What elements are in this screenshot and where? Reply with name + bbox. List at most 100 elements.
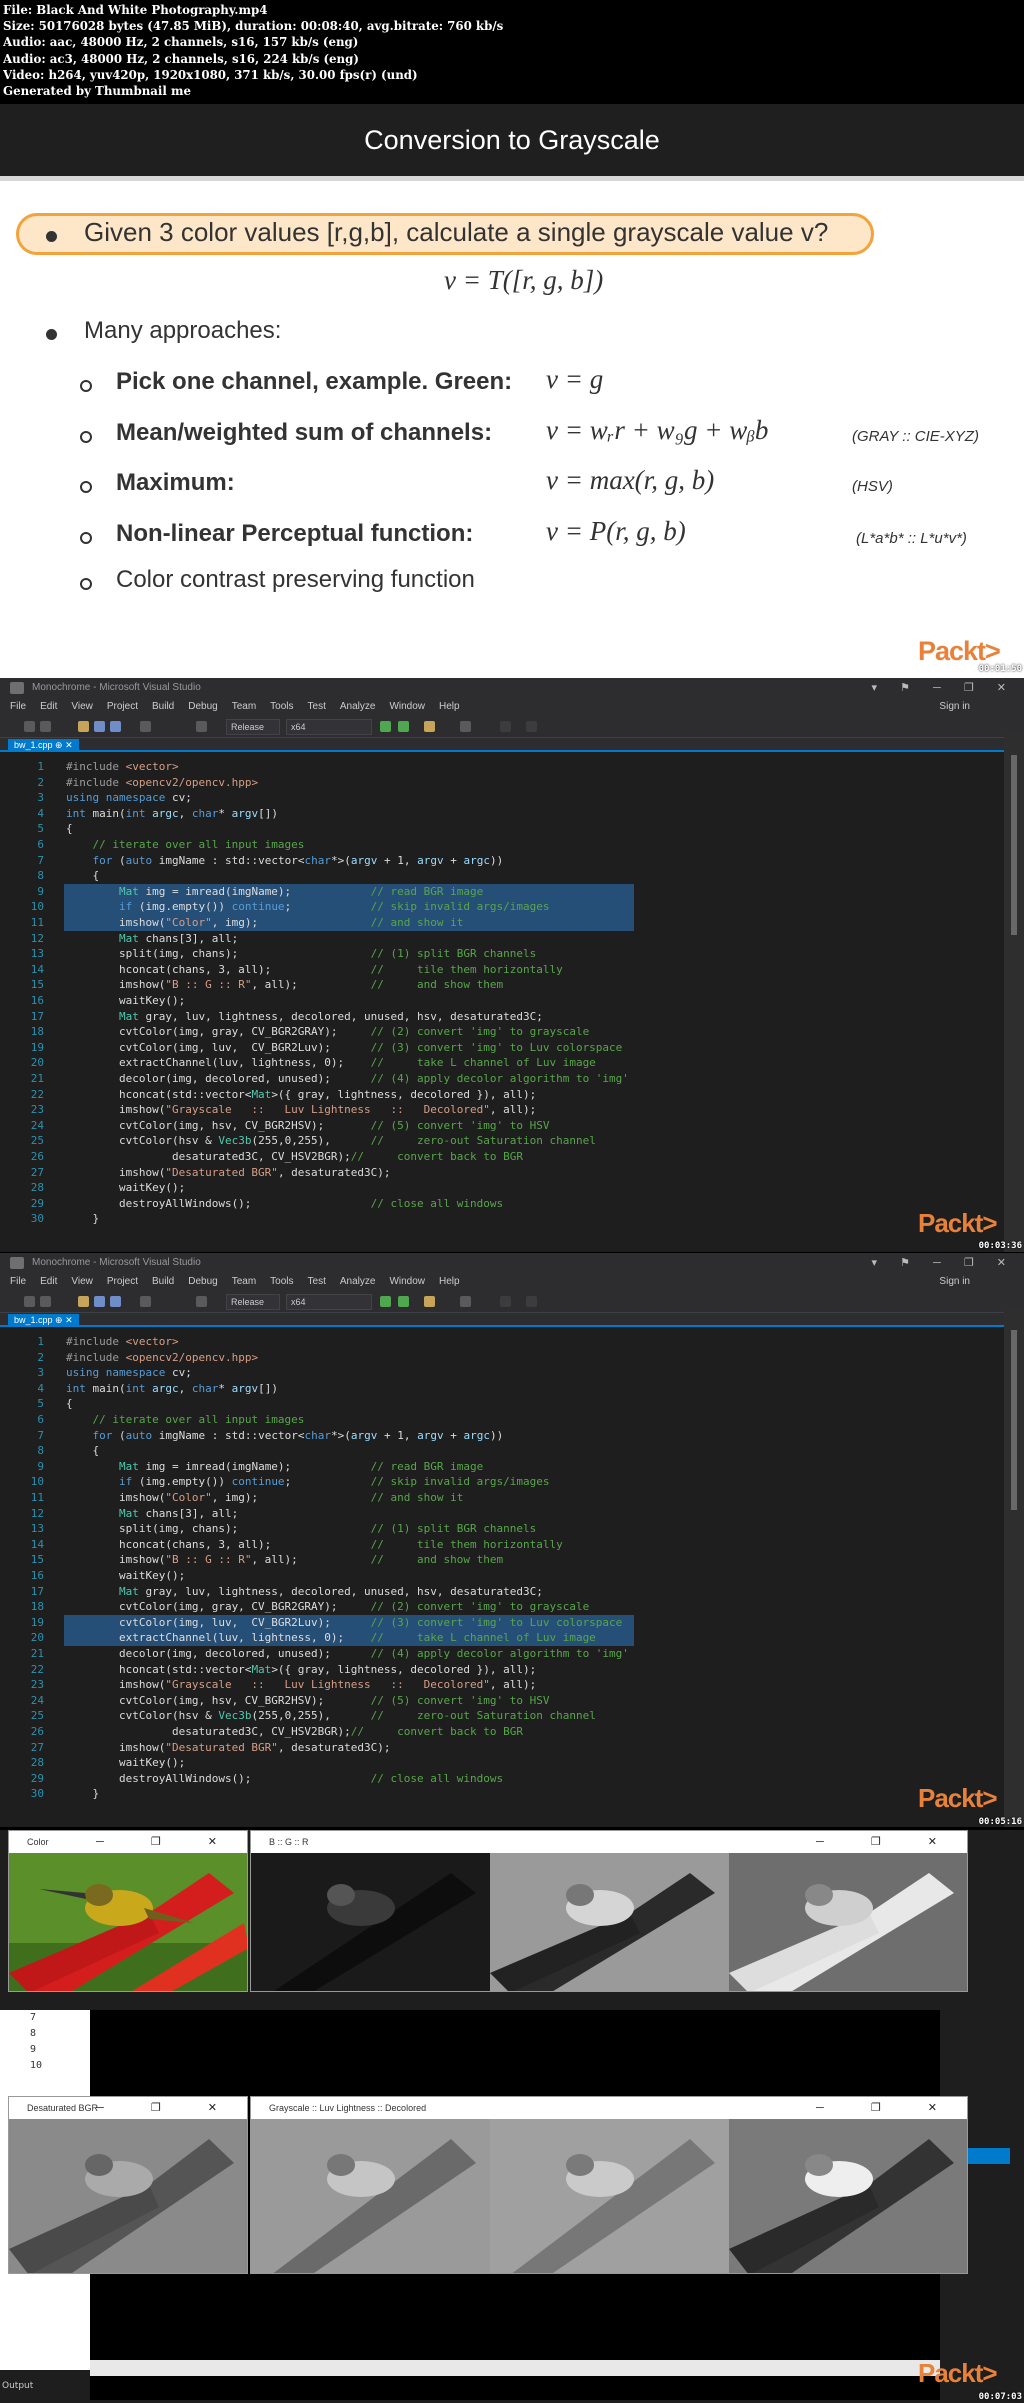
code-line[interactable]: desaturated3C, CV_HSV2BGR);// convert ba… (66, 1149, 523, 1165)
menu-debug[interactable]: Debug (188, 701, 217, 712)
tool-icon[interactable] (500, 1296, 511, 1307)
code-editor[interactable]: 1 #include <vector> 2 #include <opencv2/ope… (0, 1330, 1004, 1827)
menu-window[interactable]: Window (389, 1276, 425, 1287)
menu-test[interactable]: Test (308, 701, 326, 712)
save-all-icon[interactable] (110, 1296, 121, 1307)
open-file-icon[interactable] (78, 1296, 89, 1307)
undo-icon[interactable] (140, 1296, 151, 1307)
window-controls[interactable]: ▾ ⚑ ─ ❐ ✕ (872, 1253, 1016, 1273)
code-line[interactable]: desaturated3C, CV_HSV2BGR);// convert ba… (66, 1724, 523, 1740)
menu-tools[interactable]: Tools (270, 1276, 293, 1287)
menu-test[interactable]: Test (308, 1276, 326, 1287)
breakpoint-icon[interactable] (424, 721, 435, 732)
code-line[interactable]: cvtColor(img, gray, CV_BGR2GRAY); // (2)… (66, 1024, 589, 1040)
config-dropdown[interactable]: Release (226, 1294, 280, 1310)
menu-debug[interactable]: Debug (188, 1276, 217, 1287)
code-line[interactable]: waitKey(); (66, 1755, 185, 1771)
code-line[interactable]: Mat chans[3], all; (66, 1506, 238, 1522)
bgr-channels-window[interactable]: B :: G :: R ─ ❐ ✕ (250, 1830, 968, 1992)
tool-icon[interactable] (526, 1296, 537, 1307)
menu-window[interactable]: Window (389, 701, 425, 712)
code-line[interactable]: // iterate over all input images (66, 837, 305, 853)
code-line[interactable]: #include <vector> (66, 759, 179, 775)
code-line[interactable]: hconcat(chans, 3, all); // tile them hor… (66, 1537, 563, 1553)
window-controls[interactable]: ─ ❐ ✕ (96, 1831, 239, 1853)
menu-tools[interactable]: Tools (270, 701, 293, 712)
code-line[interactable]: hconcat(std::vector<Mat>({ gray, lightne… (66, 1662, 536, 1678)
code-line[interactable]: imshow("Grayscale :: Luv Lightness :: De… (66, 1677, 536, 1693)
code-line[interactable]: } (66, 1211, 99, 1227)
code-line[interactable]: destroyAllWindows(); // close all window… (66, 1196, 503, 1212)
color-window[interactable]: Color ─ ❐ ✕ (8, 1830, 248, 1992)
desaturated-window[interactable]: Desaturated BGR ─ ❐ ✕ (8, 2096, 248, 2274)
save-icon[interactable] (94, 1296, 105, 1307)
start-icon[interactable] (398, 1296, 409, 1307)
vertical-scrollbar[interactable] (1004, 1308, 1024, 1827)
grayscale-window[interactable]: Grayscale :: Luv Lightness :: Decolored ─… (250, 2096, 968, 2274)
code-line[interactable]: for (auto imgName : std::vector<char*>(a… (66, 853, 504, 869)
save-all-icon[interactable] (110, 721, 121, 732)
menu-project[interactable]: Project (107, 1276, 138, 1287)
code-line[interactable]: extractChannel(luv, lightness, 0); // ta… (66, 1630, 596, 1646)
code-line[interactable]: using namespace cv; (66, 1365, 192, 1381)
sign-in-link[interactable]: Sign in (939, 1273, 970, 1291)
code-line[interactable]: { (66, 868, 99, 884)
code-line[interactable]: int main(int argc, char* argv[]) (66, 806, 278, 822)
menu-team[interactable]: Team (232, 1276, 256, 1287)
menu-help[interactable]: Help (439, 701, 460, 712)
code-line[interactable]: // iterate over all input images (66, 1412, 305, 1428)
code-line[interactable]: Mat gray, luv, lightness, decolored, unu… (66, 1584, 543, 1600)
code-line[interactable]: Mat img = imread(imgName); // read BGR i… (66, 1459, 483, 1475)
code-line[interactable]: cvtColor(hsv & Vec3b(255,0,255), // zero… (66, 1133, 596, 1149)
code-line[interactable]: cvtColor(img, luv, CV_BGR2Luv); // (3) c… (66, 1615, 622, 1631)
tool-icon[interactable] (526, 721, 537, 732)
sign-in-link[interactable]: Sign in (939, 698, 970, 716)
code-line[interactable]: waitKey(); (66, 1180, 185, 1196)
menu-edit[interactable]: Edit (40, 701, 57, 712)
code-line[interactable]: waitKey(); (66, 1568, 185, 1584)
menu-build[interactable]: Build (152, 701, 174, 712)
redo-icon[interactable] (196, 1296, 207, 1307)
menu-view[interactable]: View (71, 1276, 93, 1287)
menu-file[interactable]: File (10, 1276, 26, 1287)
code-line[interactable]: if (img.empty()) continue; // skip inval… (66, 1474, 549, 1490)
platform-dropdown[interactable]: x64 (286, 1294, 372, 1310)
menu-team[interactable]: Team (232, 701, 256, 712)
code-line[interactable]: #include <opencv2/opencv.hpp> (66, 1350, 258, 1366)
code-line[interactable]: #include <vector> (66, 1334, 179, 1350)
code-line[interactable]: cvtColor(img, hsv, CV_BGR2HSV); // (5) c… (66, 1693, 549, 1709)
code-line[interactable]: imshow("B :: G :: R", all); // and show … (66, 1552, 503, 1568)
menu-help[interactable]: Help (439, 1276, 460, 1287)
window-controls[interactable]: ─ ❐ ✕ (96, 2097, 239, 2119)
code-line[interactable]: } (66, 1786, 99, 1802)
code-line[interactable]: { (66, 1396, 73, 1412)
menu-build[interactable]: Build (152, 1276, 174, 1287)
start-debug-icon[interactable] (380, 1296, 391, 1307)
redo-icon[interactable] (196, 721, 207, 732)
code-line[interactable]: imshow("Color", img); // and show it (66, 915, 463, 931)
code-line[interactable]: imshow("Grayscale :: Luv Lightness :: De… (66, 1102, 536, 1118)
code-line[interactable]: cvtColor(img, hsv, CV_BGR2HSV); // (5) c… (66, 1118, 549, 1134)
code-line[interactable]: split(img, chans); // (1) split BGR chan… (66, 1521, 536, 1537)
forward-icon[interactable] (40, 721, 51, 732)
open-file-icon[interactable] (78, 721, 89, 732)
menu-analyze[interactable]: Analyze (340, 1276, 376, 1287)
code-line[interactable]: destroyAllWindows(); // close all window… (66, 1771, 503, 1787)
undo-icon[interactable] (140, 721, 151, 732)
code-line[interactable]: imshow("Desaturated BGR", desaturated3C)… (66, 1165, 391, 1181)
code-line[interactable]: if (img.empty()) continue; // skip inval… (66, 899, 549, 915)
code-line[interactable]: imshow("Color", img); // and show it (66, 1490, 463, 1506)
code-line[interactable]: hconcat(std::vector<Mat>({ gray, lightne… (66, 1087, 536, 1103)
code-line[interactable]: hconcat(chans, 3, all); // tile them hor… (66, 962, 563, 978)
code-line[interactable]: Mat gray, luv, lightness, decolored, unu… (66, 1009, 543, 1025)
code-line[interactable]: for (auto imgName : std::vector<char*>(a… (66, 1428, 504, 1444)
code-line[interactable]: { (66, 1443, 99, 1459)
menu-view[interactable]: View (71, 701, 93, 712)
scroll-thumb[interactable] (1011, 755, 1017, 935)
tool-icon[interactable] (500, 721, 511, 732)
tab-bw-1-cpp[interactable]: bw_1.cpp ⊕ ✕ (8, 1314, 79, 1327)
vertical-scrollbar[interactable] (1004, 733, 1024, 1252)
code-line[interactable]: cvtColor(img, luv, CV_BGR2Luv); // (3) c… (66, 1040, 622, 1056)
code-line[interactable]: cvtColor(img, gray, CV_BGR2GRAY); // (2)… (66, 1599, 589, 1615)
code-line[interactable]: imshow("Desaturated BGR", desaturated3C)… (66, 1740, 391, 1756)
